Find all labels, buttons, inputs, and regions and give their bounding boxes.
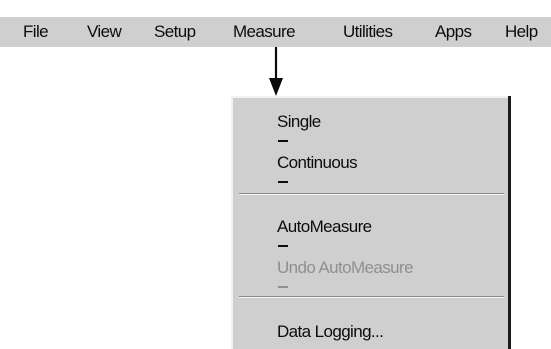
menu-item-undo-automeasure: Undo AutoMeasure (277, 258, 414, 277)
menu-bar: File View Setup Measure Utilities Apps H… (0, 17, 551, 47)
menu-view[interactable]: View (87, 17, 122, 47)
menu-file[interactable]: File (23, 17, 49, 47)
mnemonic-underline (278, 181, 288, 183)
menu-item-data-logging[interactable]: Data Logging... (277, 316, 384, 348)
menu-help[interactable]: Help (505, 17, 538, 47)
menu-item-single[interactable]: Single (277, 106, 321, 138)
measure-dropdown-menu: Single Continuous AutoMeasure Undo AutoM… (231, 96, 510, 349)
menu-measure[interactable]: Measure (233, 17, 296, 47)
mnemonic-underline (278, 245, 288, 247)
menu-shadow (508, 96, 511, 349)
down-arrow-icon (269, 47, 283, 96)
mnemonic-underline (278, 286, 288, 288)
menu-separator (239, 193, 504, 195)
menu-item-continuous[interactable]: Continuous (277, 147, 358, 179)
menu-item-automeasure[interactable]: AutoMeasure (277, 211, 372, 243)
menu-apps[interactable]: Apps (435, 17, 472, 47)
mnemonic-underline (278, 140, 288, 142)
screen: File View Setup Measure Utilities Apps H… (0, 0, 551, 349)
menu-utilities[interactable]: Utilities (343, 17, 393, 47)
menu-setup[interactable]: Setup (154, 17, 196, 47)
menu-separator (239, 296, 504, 298)
